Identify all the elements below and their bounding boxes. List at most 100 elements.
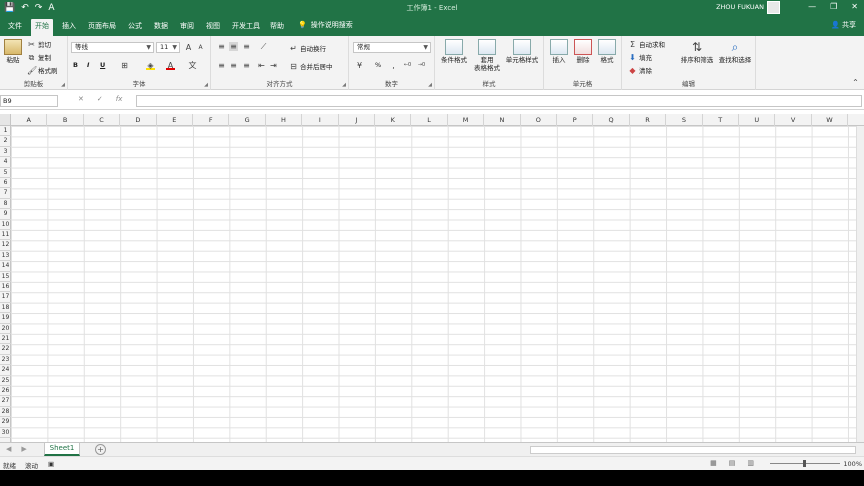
tab-home[interactable]: 开始 [31,19,53,36]
row-header-9[interactable]: 9 [0,209,11,220]
row-header-10[interactable]: 10 [0,220,11,230]
row-header-14[interactable]: 14 [0,261,11,272]
normal-view-icon[interactable]: ▦ [710,459,717,467]
format-as-table-button[interactable]: 套用 表格格式 [471,39,503,72]
next-sheet-icon[interactable]: ▶ [21,445,26,453]
prev-sheet-icon[interactable]: ◀ [6,445,11,453]
fill-color-button[interactable]: ◈ [146,61,155,70]
tab-data[interactable]: 数据 [150,19,172,36]
user-name[interactable]: ZHOU FUKUAN [716,3,764,11]
vertical-scrollbar[interactable] [856,126,864,442]
column-header-c[interactable]: C [84,114,121,126]
copy-button[interactable]: ⧉ 复制 [27,52,51,63]
row-header-16[interactable]: 16 [0,282,11,293]
align-bottom-button[interactable]: ≡ [242,42,251,51]
column-header-d[interactable]: D [120,114,157,126]
grow-font-button[interactable]: A [184,43,193,52]
decrease-decimal-button[interactable]: →0 [417,61,426,70]
row-header-5[interactable]: 5 [0,168,11,178]
tell-me-search[interactable]: 💡 操作说明搜索 [298,20,353,30]
conditional-formatting-button[interactable]: 条件格式 [438,39,470,64]
cancel-icon[interactable]: ✕ [78,95,84,103]
font-size-select[interactable]: 11 ▼ [156,42,180,53]
column-header-w[interactable]: W [812,114,849,126]
row-header-24[interactable]: 24 [0,365,11,376]
phonetic-button[interactable]: 文 [188,61,197,70]
row-header-6[interactable]: 6 [0,178,11,189]
dialog-launcher-icon[interactable]: ◢ [204,82,208,88]
avatar[interactable] [767,1,780,14]
row-header-11[interactable]: 11 [0,230,11,241]
column-header-s[interactable]: S [666,114,703,126]
column-header-g[interactable]: G [229,114,266,126]
column-header-h[interactable]: H [266,114,303,126]
row-header-28[interactable]: 28 [0,407,11,418]
row-header-27[interactable]: 27 [0,396,11,407]
row-header-30[interactable]: 30 [0,428,11,438]
select-all-button[interactable] [0,114,11,126]
dialog-launcher-icon[interactable]: ◢ [342,82,346,88]
row-header-12[interactable]: 12 [0,240,11,251]
bold-button[interactable]: B [73,61,78,69]
name-box[interactable]: B9 [0,95,58,107]
borders-button[interactable]: ⊞ [120,61,129,70]
increase-decimal-button[interactable]: ←0 [403,61,412,70]
italic-button[interactable]: I [87,61,89,69]
column-header-f[interactable]: F [193,114,230,126]
insert-cells-button[interactable]: 插入 [548,39,570,64]
merge-center-button[interactable]: ⊟ 合并后居中 [289,61,332,72]
row-header-19[interactable]: 19 [0,313,11,324]
row-header-3[interactable]: 3 [0,147,11,158]
tab-insert[interactable]: 插入 [58,19,80,36]
tab-developer[interactable]: 开发工具 [228,19,264,36]
align-right-button[interactable]: ≡ [242,61,251,70]
column-header-r[interactable]: R [630,114,667,126]
paste-button[interactable]: 粘贴 [3,39,23,64]
column-header-p[interactable]: P [557,114,594,126]
sheet-tab-sheet1[interactable]: Sheet1 [44,443,80,456]
align-middle-button[interactable]: ≡ [229,42,238,51]
wrap-text-button[interactable]: ↵ 自动换行 [289,43,326,54]
format-cells-button[interactable]: 格式 [596,39,618,64]
row-header-21[interactable]: 21 [0,334,11,345]
align-center-button[interactable]: ≡ [229,61,238,70]
increase-indent-button[interactable]: ⇥ [269,61,278,70]
fill-button[interactable]: ⬇ 填充 [628,52,652,63]
column-header-u[interactable]: U [739,114,776,126]
enter-icon[interactable]: ✓ [97,95,103,103]
sort-filter-button[interactable]: ⇅ 排序和筛选 [678,39,716,64]
accounting-button[interactable]: ¥ [355,61,364,70]
tab-file[interactable]: 文件 [4,19,26,36]
dialog-launcher-icon[interactable]: ◢ [428,82,432,88]
autosum-button[interactable]: Σ 自动求和 [628,39,665,50]
column-header-m[interactable]: M [448,114,485,126]
comma-button[interactable]: , [389,61,398,70]
tab-review[interactable]: 审阅 [176,19,198,36]
page-break-view-icon[interactable]: ▥ [747,459,754,467]
shrink-font-button[interactable]: A [196,43,205,52]
row-header-8[interactable]: 8 [0,199,11,210]
horizontal-scrollbar[interactable] [530,446,856,454]
tab-view[interactable]: 视图 [202,19,224,36]
row-header-23[interactable]: 23 [0,355,11,366]
column-header-b[interactable]: B [47,114,84,126]
row-header-4[interactable]: 4 [0,157,11,168]
share-button[interactable]: 👤 共享 [831,20,856,30]
tab-page-layout[interactable]: 页面布局 [84,19,120,36]
dialog-launcher-icon[interactable]: ◢ [61,82,65,88]
macro-record-icon[interactable]: ▣ [48,460,54,468]
row-header-13[interactable]: 13 [0,251,11,262]
minimize-icon[interactable]: — [808,2,816,11]
column-header-i[interactable]: I [302,114,339,126]
zoom-slider-handle[interactable] [803,460,806,467]
row-header-2[interactable]: 2 [0,136,11,147]
row-header-29[interactable]: 29 [0,417,11,428]
underline-button[interactable]: U [100,61,105,69]
column-header-k[interactable]: K [375,114,412,126]
tab-help[interactable]: 帮助 [266,19,288,36]
formula-input[interactable] [136,95,862,107]
format-painter-button[interactable]: 🖌 格式刷 [27,65,58,76]
row-header-18[interactable]: 18 [0,303,11,314]
cell-area[interactable] [11,126,864,442]
font-color-button[interactable]: A [166,61,175,70]
